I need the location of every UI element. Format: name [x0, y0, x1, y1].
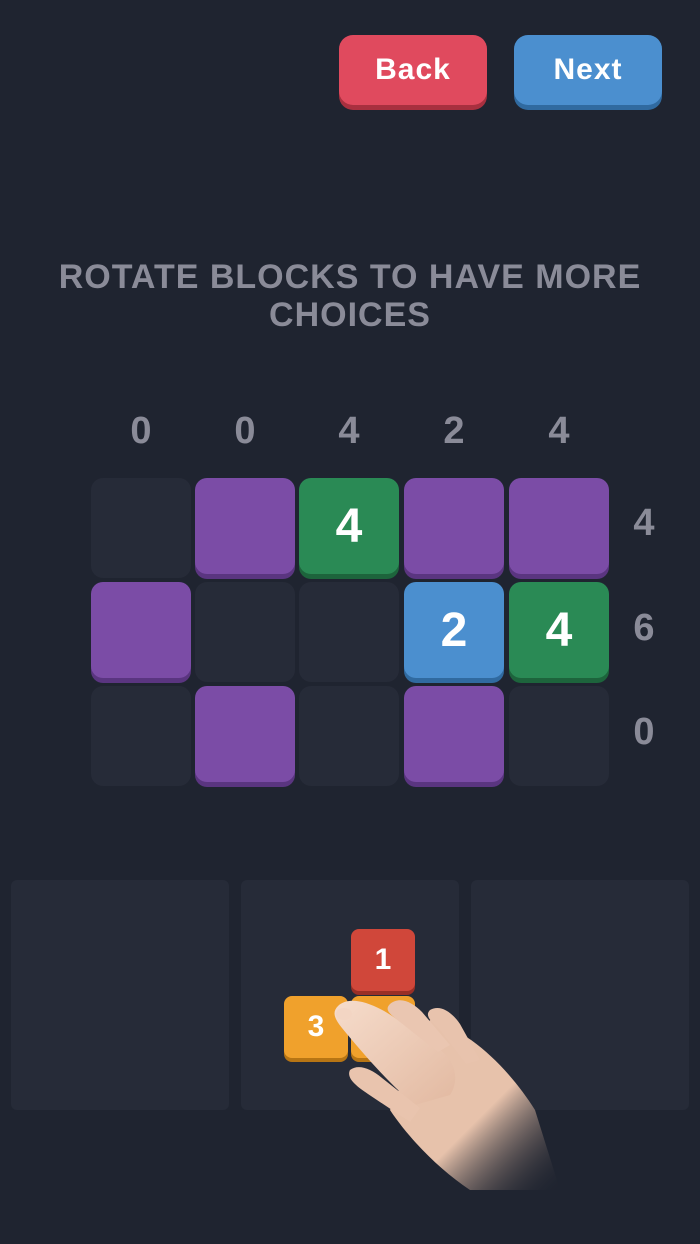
board-cell[interactable] — [509, 478, 609, 574]
back-button[interactable]: Back — [339, 35, 487, 105]
board-cell[interactable] — [195, 686, 295, 782]
tutorial-hand-icon — [334, 1000, 560, 1190]
next-button[interactable]: Next — [514, 35, 662, 105]
row-sum: 6 — [633, 607, 655, 649]
board-cell[interactable] — [404, 478, 504, 574]
row-sum: 4 — [633, 502, 655, 544]
instruction-text: ROTATE BLOCKS TO HAVE MORE CHOICES — [58, 258, 642, 334]
column-sum: 0 — [234, 410, 256, 452]
row-sum: 0 — [633, 711, 655, 753]
board-cell[interactable] — [91, 478, 191, 578]
piece-tray-left[interactable] — [11, 880, 229, 1110]
board-cell[interactable] — [509, 686, 609, 786]
piece-block[interactable]: 1 — [351, 929, 415, 991]
board-cell[interactable] — [195, 478, 295, 574]
column-sum: 2 — [443, 410, 465, 452]
board-cell[interactable]: 2 — [404, 582, 504, 678]
board-cell[interactable]: 4 — [509, 582, 609, 678]
board-cell[interactable] — [195, 582, 295, 682]
board-cell[interactable]: 4 — [299, 478, 399, 574]
board-cell[interactable] — [299, 686, 399, 786]
board-cell[interactable] — [404, 686, 504, 782]
column-sum: 4 — [338, 410, 360, 452]
board-cell[interactable] — [91, 686, 191, 786]
column-sum: 4 — [548, 410, 570, 452]
board-cell[interactable] — [91, 582, 191, 678]
column-sum: 0 — [130, 410, 152, 452]
board-cell[interactable] — [299, 582, 399, 682]
